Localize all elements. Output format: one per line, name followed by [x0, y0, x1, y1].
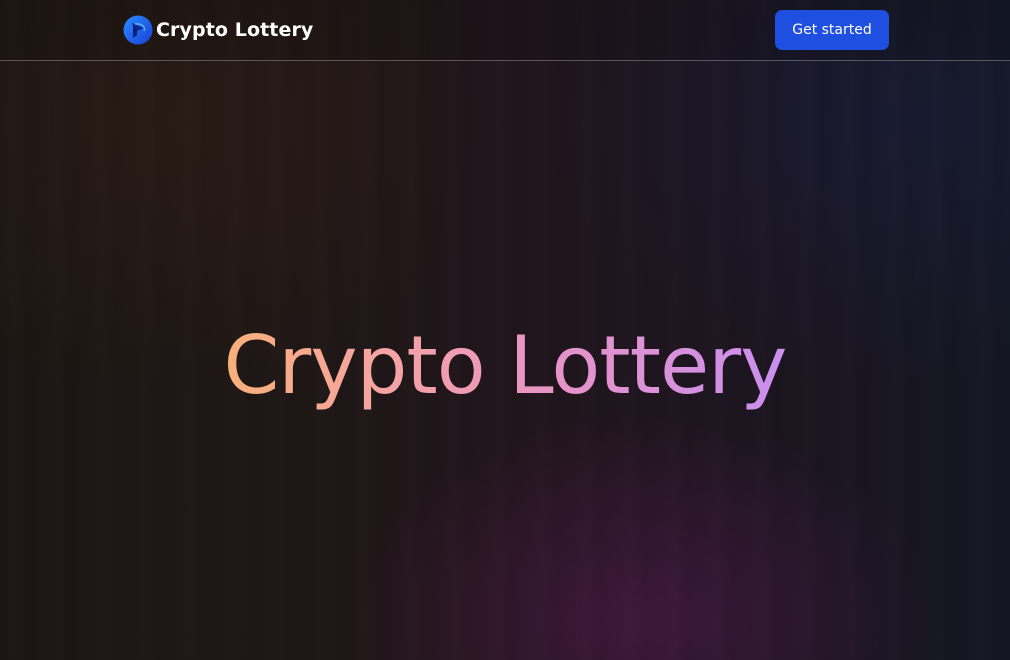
hero-title-text: Crypto Lottery — [223, 319, 788, 412]
crypto-lottery-logo-icon — [123, 15, 153, 45]
top-navbar: Crypto Lottery Get started — [0, 0, 1010, 61]
brand-link[interactable]: Crypto Lottery — [123, 14, 313, 46]
get-started-button[interactable]: Get started — [775, 10, 889, 50]
hero-title: Crypto Lottery — [0, 318, 1010, 414]
brand-name: Crypto Lottery — [156, 19, 314, 41]
